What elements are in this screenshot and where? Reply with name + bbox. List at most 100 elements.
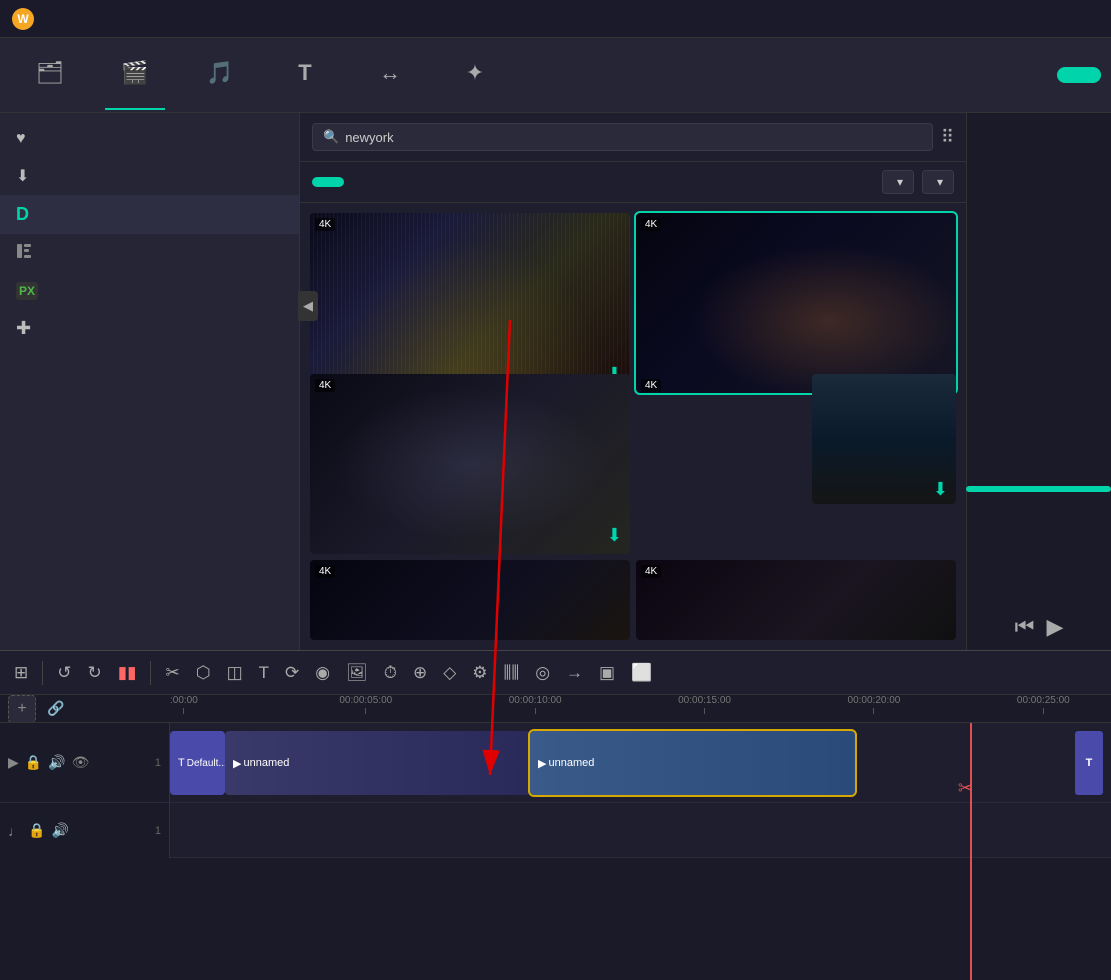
media-item-4b[interactable]: ⬇	[812, 374, 956, 504]
search-icon: 🔍	[323, 129, 339, 145]
nav-titles[interactable]: T	[265, 40, 345, 110]
stabilize-button[interactable]: ◎	[531, 659, 554, 687]
sidebar-item-unsplash[interactable]: ✚	[0, 309, 299, 348]
nav-transitions[interactable]: ↔	[350, 40, 430, 110]
timeline-area: ⊞ ↺ ↻ ▮▮ ✂ ⬡ ◫ T ⟳ ◉ 🖼 ⏱ ⊕ ◇ ⚙ ⫼⫼ ◎ → ▣ …	[0, 650, 1111, 980]
audio-track-icon[interactable]: 🔊	[48, 754, 65, 771]
effects-icon: ✦	[466, 60, 484, 86]
music-track-icon[interactable]: ♩	[8, 823, 22, 839]
scissors-marker: ✂	[958, 778, 973, 799]
download-icon[interactable]: ⬇	[607, 525, 622, 546]
menu-bar: W	[0, 0, 1111, 38]
videos-filter-button[interactable]	[312, 177, 344, 187]
link-button[interactable]: 🔗	[44, 697, 68, 721]
media-item-4a[interactable]: 4K	[636, 374, 808, 554]
timeline-tracks: ▶ 🔒 🔊 👁 1 T Default... ▶ unnamed	[0, 723, 1111, 980]
render-button[interactable]: ⬜	[627, 659, 656, 687]
download-icon: ⬇	[16, 166, 29, 186]
photos-filter-button[interactable]	[354, 177, 386, 187]
unsplash-icon: ✚	[16, 318, 31, 339]
orientation-dropdown[interactable]: ▾	[882, 170, 914, 194]
lock-track-icon[interactable]: 🔒	[25, 754, 42, 771]
color-wheel-button[interactable]: ◉	[311, 659, 334, 687]
media-search-toolbar: 🔍 ⠿	[300, 113, 966, 162]
resolution-dropdown[interactable]: ▾	[922, 170, 954, 194]
timeline-ruler: + 🔗 :00:00 00:00:05:00 00:00:10:00 00:00…	[0, 695, 1111, 723]
download-icon[interactable]: ⬇	[933, 479, 948, 500]
quality-badge: 4K	[641, 218, 661, 231]
mask-button[interactable]: ◇	[439, 659, 460, 687]
audio-wave-button[interactable]: ⫼⫼	[500, 659, 524, 687]
chevron-down-icon: ▾	[937, 175, 943, 189]
layout-button[interactable]: ⊞	[10, 659, 32, 687]
undo-button[interactable]: ↺	[53, 659, 75, 687]
photo-button[interactable]: 🖼	[342, 659, 372, 687]
eye-track-icon[interactable]: 👁	[72, 754, 90, 771]
clip-text-end[interactable]: T	[1075, 731, 1103, 795]
media-item-6[interactable]: 4K	[636, 560, 956, 640]
ruler-mark-15: 00:00:15:00	[678, 695, 731, 714]
trim-button[interactable]: ◫	[223, 659, 247, 687]
app-logo: W	[12, 8, 40, 30]
cut-button[interactable]: ✂	[161, 659, 183, 687]
play-track-icon[interactable]: ▶	[8, 754, 19, 771]
stock-media-icon: 🎬	[121, 60, 148, 86]
redo-button[interactable]: ↻	[84, 659, 106, 687]
media-panel: 🔍 ⠿ ▾ ▾ 4K	[300, 113, 966, 650]
text-button[interactable]: T	[255, 659, 273, 687]
nav-media[interactable]: 🗂	[10, 40, 90, 110]
pexels-icon: D	[16, 204, 29, 225]
preview-controls: ⏮ ▶	[1015, 614, 1064, 640]
sidebar-item-giphy[interactable]	[0, 234, 299, 273]
clip-text-start[interactable]: T Default...	[170, 731, 225, 795]
playhead[interactable]	[970, 723, 972, 980]
sidebar-item-favorites[interactable]: ♥	[0, 121, 299, 157]
step-back-button[interactable]: ⏮	[1015, 614, 1035, 640]
media-item-1[interactable]: 4K ⬇	[310, 213, 630, 393]
timer-button[interactable]: ⏱	[380, 659, 401, 687]
title-icon: T	[178, 757, 185, 769]
lock-audio-icon[interactable]: 🔒	[28, 822, 45, 839]
collapse-sidebar-button[interactable]: ◀	[298, 291, 318, 321]
nav-toolbar: 🗂 🎬 🎵 T ↔ ✦	[0, 38, 1111, 113]
ruler-mark-20: 00:00:20:00	[848, 695, 901, 714]
filter-selects: ▾ ▾	[882, 170, 954, 194]
ruler-mark-25: 00:00:25:00	[1017, 695, 1070, 714]
add-track-button[interactable]: +	[8, 695, 36, 723]
nav-audio[interactable]: 🎵	[180, 40, 260, 110]
export-button[interactable]	[1057, 67, 1101, 83]
sidebar-item-pexels[interactable]: D	[0, 195, 299, 234]
media-item-2[interactable]: 4K	[636, 213, 956, 393]
adjust-button[interactable]: ⚙	[468, 659, 491, 687]
clip-video1[interactable]: ▶ unnamed	[225, 731, 530, 795]
nav-stock-media[interactable]: 🎬	[95, 40, 175, 110]
nav-effects[interactable]: ✦	[435, 40, 515, 110]
play-button[interactable]: ▶	[1046, 614, 1063, 640]
media-row-4: 4K ⬇	[636, 374, 956, 554]
loop-button[interactable]: ⟳	[281, 659, 303, 687]
search-input[interactable]	[345, 130, 922, 145]
quality-badge: 4K	[315, 379, 335, 392]
grid-view-icon[interactable]: ⠿	[941, 127, 954, 148]
delete-button[interactable]: ▮▮	[114, 659, 141, 687]
clip-video2[interactable]: ▶ unnamed	[530, 731, 855, 795]
audio-icon: 🎵	[206, 60, 233, 86]
quality-badge: 4K	[641, 565, 661, 578]
separator-1	[42, 661, 43, 685]
sidebar-item-downloads[interactable]: ⬇	[0, 157, 299, 195]
snap-button[interactable]: ⊕	[409, 659, 431, 687]
search-box: 🔍	[312, 123, 933, 151]
color2-button[interactable]: ▣	[595, 659, 619, 687]
speed-button[interactable]: →	[562, 659, 587, 687]
quality-badge: 4K	[315, 218, 335, 231]
media-item-5[interactable]: 4K	[310, 560, 630, 640]
audio-volume-icon[interactable]: 🔊	[51, 822, 68, 839]
quality-badge: 4K	[315, 565, 335, 578]
media-item-3[interactable]: 4K ⬇	[310, 374, 630, 554]
sidebar-item-pixabay[interactable]: PX	[0, 273, 299, 309]
ruler-mark-5: 00:00:05:00	[339, 695, 392, 714]
media-icon: 🗂	[36, 60, 64, 86]
pixabay-icon: PX	[16, 282, 38, 300]
crop-button[interactable]: ⬡	[192, 659, 215, 687]
clip-video1-label: unnamed	[243, 757, 289, 769]
